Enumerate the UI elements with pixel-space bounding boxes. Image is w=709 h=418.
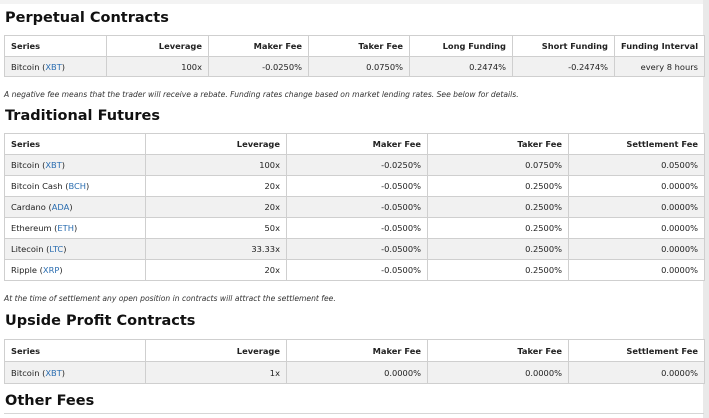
col-header: Series xyxy=(4,339,146,362)
series-cell: Bitcoin Cash (BCH) xyxy=(4,175,146,197)
section-title-other: Other Fees xyxy=(5,393,95,409)
col-header: Maker Fee xyxy=(208,35,309,57)
perpetual-note: A negative fee means that the trader wil… xyxy=(4,90,519,99)
maker-fee-cell: -0.0500% xyxy=(286,196,428,218)
leverage-cell: 33.33x xyxy=(145,238,287,260)
taker-fee-cell: 0.2500% xyxy=(427,196,569,218)
table-row: Bitcoin Cash (BCH) 20x -0.0500% 0.2500% … xyxy=(4,175,705,197)
series-name: Bitcoin Cash xyxy=(11,181,63,191)
short-funding-cell: -0.2474% xyxy=(512,56,615,77)
section-divider xyxy=(4,413,704,414)
maker-fee-cell: -0.0250% xyxy=(286,154,428,176)
symbol-link[interactable]: BCH xyxy=(68,181,86,191)
settlement-fee-cell: 0.0000% xyxy=(568,196,705,218)
symbol-link[interactable]: XBT xyxy=(45,62,61,72)
taker-fee-cell: 0.0000% xyxy=(427,361,569,384)
col-header: Taker Fee xyxy=(427,133,569,155)
funding-interval-cell: every 8 hours xyxy=(614,56,705,77)
maker-fee-cell: 0.0000% xyxy=(286,361,428,384)
leverage-cell: 100x xyxy=(145,154,287,176)
taker-fee-cell: 0.2500% xyxy=(427,238,569,260)
symbol-link[interactable]: LTC xyxy=(49,244,63,254)
series-name: Bitcoin xyxy=(11,61,40,72)
col-header: Leverage xyxy=(145,339,287,362)
taker-fee-cell: 0.0750% xyxy=(308,56,410,77)
col-header: Taker Fee xyxy=(427,339,569,362)
series-name: Ripple xyxy=(11,265,38,275)
maker-fee-cell: -0.0500% xyxy=(286,238,428,260)
series-cell: Ethereum (ETH) xyxy=(4,217,146,239)
series-cell: Bitcoin (XBT) xyxy=(4,361,146,384)
series-cell: Litecoin (LTC) xyxy=(4,238,146,260)
symbol-link[interactable]: ETH xyxy=(57,223,74,233)
settlement-fee-cell: 0.0000% xyxy=(568,217,705,239)
traditional-note: At the time of settlement any open posit… xyxy=(4,294,336,303)
series-cell: Bitcoin (XBT) xyxy=(4,154,146,176)
section-title-upside: Upside Profit Contracts xyxy=(5,313,196,329)
col-header: Settlement Fee xyxy=(568,339,705,362)
table-row: Bitcoin (XBT) 100x -0.0250% 0.0750% 0.24… xyxy=(4,56,705,77)
table-row: Ethereum (ETH) 50x -0.0500% 0.2500% 0.00… xyxy=(4,217,705,239)
leverage-cell: 1x xyxy=(145,361,287,384)
maker-fee-cell: -0.0250% xyxy=(208,56,309,77)
maker-fee-cell: -0.0500% xyxy=(286,175,428,197)
long-funding-cell: 0.2474% xyxy=(409,56,513,77)
table-row: Litecoin (LTC) 33.33x -0.0500% 0.2500% 0… xyxy=(4,238,705,260)
traditional-table: Series Leverage Maker Fee Taker Fee Sett… xyxy=(4,133,705,281)
settlement-fee-cell: 0.0000% xyxy=(568,259,705,281)
series-cell: Bitcoin (XBT) xyxy=(4,56,107,77)
symbol-link[interactable]: XBT xyxy=(45,160,61,170)
taker-fee-cell: 0.2500% xyxy=(427,217,569,239)
leverage-cell: 20x xyxy=(145,175,287,197)
col-header: Leverage xyxy=(145,133,287,155)
table-header-row: Series Leverage Maker Fee Taker Fee Sett… xyxy=(4,339,705,362)
maker-fee-cell: -0.0500% xyxy=(286,217,428,239)
maker-fee-cell: -0.0500% xyxy=(286,259,428,281)
series-cell: Ripple (XRP) xyxy=(4,259,146,281)
table-row: Ripple (XRP) 20x -0.0500% 0.2500% 0.0000… xyxy=(4,259,705,281)
taker-fee-cell: 0.2500% xyxy=(427,259,569,281)
symbol-link[interactable]: XBT xyxy=(45,368,61,378)
settlement-fee-cell: 0.0500% xyxy=(568,154,705,176)
col-header: Settlement Fee xyxy=(568,133,705,155)
col-header: Series xyxy=(4,35,107,57)
col-header: Long Funding xyxy=(409,35,513,57)
col-header: Maker Fee xyxy=(286,133,428,155)
leverage-cell: 20x xyxy=(145,259,287,281)
col-header: Leverage xyxy=(106,35,209,57)
table-row: Bitcoin (XBT) 100x -0.0250% 0.0750% 0.05… xyxy=(4,154,705,176)
series-name: Bitcoin xyxy=(11,160,40,170)
section-title-traditional: Traditional Futures xyxy=(5,108,160,124)
col-header: Short Funding xyxy=(512,35,615,57)
table-header-row: Series Leverage Maker Fee Taker Fee Sett… xyxy=(4,133,705,155)
leverage-cell: 100x xyxy=(106,56,209,77)
settlement-fee-cell: 0.0000% xyxy=(568,238,705,260)
series-name: Cardano xyxy=(11,202,46,212)
col-header: Taker Fee xyxy=(308,35,410,57)
table-row: Bitcoin (XBT) 1x 0.0000% 0.0000% 0.0000% xyxy=(4,361,705,384)
table-row: Cardano (ADA) 20x -0.0500% 0.2500% 0.000… xyxy=(4,196,705,218)
series-cell: Cardano (ADA) xyxy=(4,196,146,218)
col-header: Maker Fee xyxy=(286,339,428,362)
settlement-fee-cell: 0.0000% xyxy=(568,361,705,384)
taker-fee-cell: 0.0750% xyxy=(427,154,569,176)
symbol-link[interactable]: XRP xyxy=(43,265,59,275)
table-header-row: Series Leverage Maker Fee Taker Fee Long… xyxy=(4,35,705,57)
section-title-perpetual: Perpetual Contracts xyxy=(5,10,169,26)
series-name: Litecoin xyxy=(11,244,44,254)
perpetual-table: Series Leverage Maker Fee Taker Fee Long… xyxy=(4,35,705,77)
top-strip xyxy=(0,0,709,4)
symbol-link[interactable]: ADA xyxy=(52,202,70,212)
taker-fee-cell: 0.2500% xyxy=(427,175,569,197)
series-name: Ethereum xyxy=(11,223,52,233)
leverage-cell: 20x xyxy=(145,196,287,218)
col-header: Funding Interval xyxy=(614,35,705,57)
leverage-cell: 50x xyxy=(145,217,287,239)
settlement-fee-cell: 0.0000% xyxy=(568,175,705,197)
col-header: Series xyxy=(4,133,146,155)
upside-table: Series Leverage Maker Fee Taker Fee Sett… xyxy=(4,339,705,384)
series-name: Bitcoin xyxy=(11,367,40,378)
